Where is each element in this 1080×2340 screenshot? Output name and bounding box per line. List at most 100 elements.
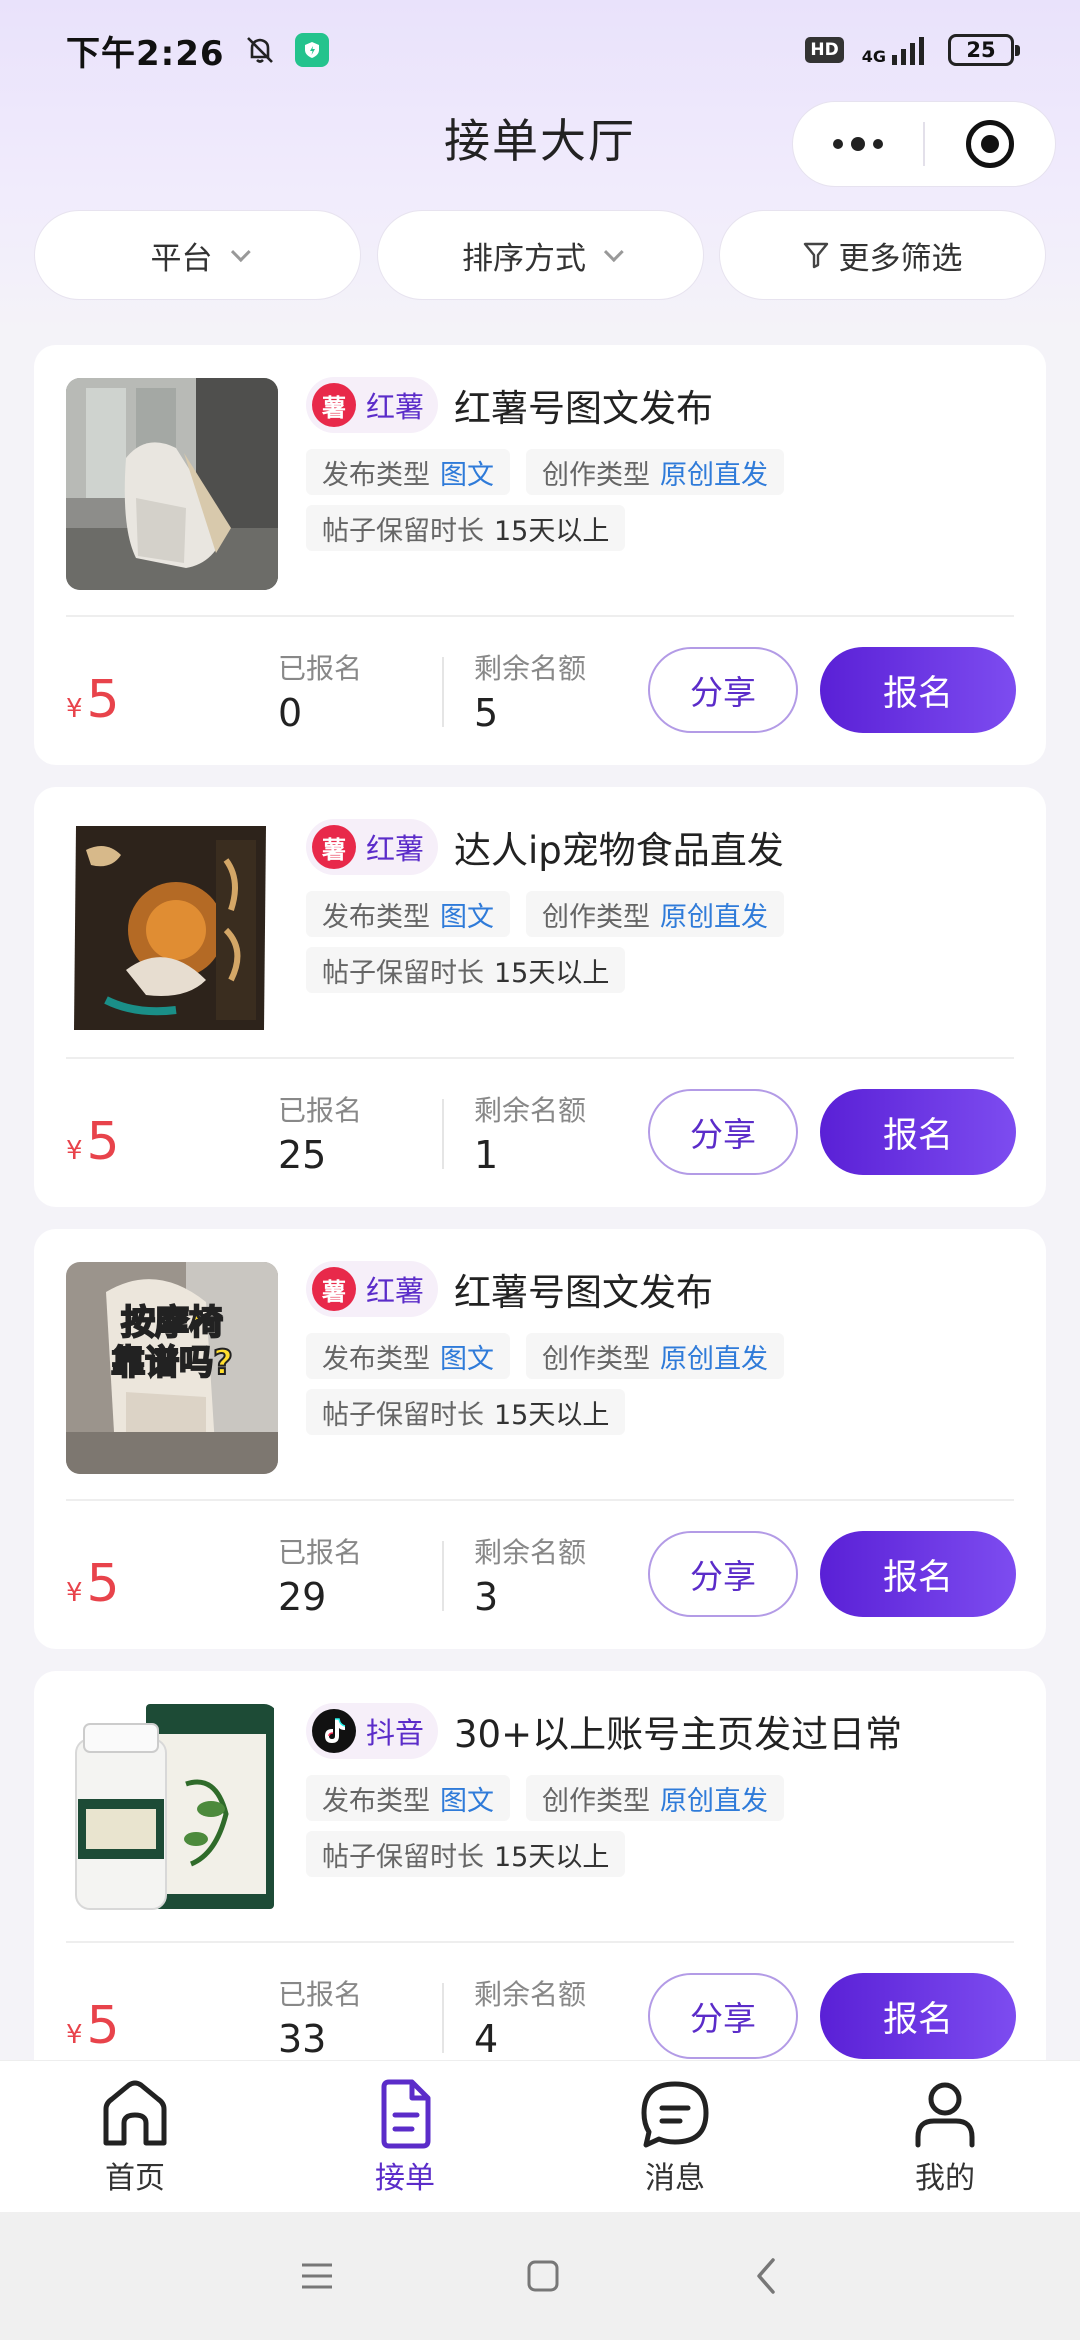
task-title-row: 薯 红薯 达人ip宠物食品直发 [306,819,784,875]
hd-badge: HD [805,37,844,63]
filter-more[interactable]: 更多筛选 [719,210,1046,300]
signup-button[interactable]: 报名 [820,647,1016,733]
tab-orders[interactable]: 接单 [270,2061,540,2212]
filter-sort-label: 排序方式 [462,240,586,277]
card-divider [66,615,1014,617]
platform-name: 红薯 [366,390,425,424]
home-icon [103,2080,167,2146]
bottom-tab-bar: 首页 接单 消息 我的 [0,2060,1080,2212]
system-navigation-bar [0,2212,1080,2340]
task-thumbnail [66,1704,278,1916]
platform-name: 红薯 [366,1274,425,1308]
task-title: 红薯号图文发布 [454,1271,714,1314]
task-price: ¥5 [66,1554,120,1614]
task-price: ¥5 [66,1112,120,1172]
filter-platform[interactable]: 平台 [34,210,361,300]
create-type-tag: 创作类型 原创直发 [526,449,784,495]
network-type: 4G [861,47,886,66]
publish-type-tag: 发布类型 图文 [306,449,510,495]
signup-button[interactable]: 报名 [820,1531,1016,1617]
create-type-tag: 创作类型 原创直发 [526,1333,784,1379]
task-tags: 发布类型 图文 创作类型 原创直发 [306,891,784,937]
share-button[interactable]: 分享 [648,1973,798,2059]
tab-messages[interactable]: 消息 [540,2061,810,2212]
platform-pill: 薯 红薯 [306,377,439,433]
more-button[interactable] [793,102,923,186]
task-card[interactable]: 抖音 30+以上账号主页发过日常 发布类型 图文 创作类型 原创直发 帖子保留时长 1… [34,1671,1046,2060]
task-thumbnail [66,378,278,590]
security-shield-icon [294,33,329,67]
chevron-down-icon [230,242,251,263]
profile-icon [915,2082,975,2148]
remaining-stat: 剩余名额 3 [474,1536,587,1619]
signup-button[interactable]: 报名 [820,1973,1016,2059]
filter-more-label: 更多筛选 [838,240,963,277]
task-card[interactable]: 薯 红薯 达人ip宠物食品直发 发布类型 图文 创作类型 原创直发 帖子保留时长 15… [34,787,1046,1207]
tab-profile-label: 我的 [915,2161,975,2196]
remaining-stat: 剩余名额 4 [474,1978,587,2060]
tab-home[interactable]: 首页 [0,2061,270,2212]
create-type-tag: 创作类型 原创直发 [526,1775,784,1821]
card-divider [66,1499,1014,1501]
more-dots-icon [833,137,883,151]
share-button[interactable]: 分享 [648,647,798,733]
thumbnail-caption-line1: 按摩椅 [121,1303,223,1343]
task-card[interactable]: 按摩椅 靠谱吗? 薯 红薯 红薯号图文发布 发布类型 图文 创作类型 原创直发 帖子… [34,1229,1046,1649]
xiaohongshu-logo-icon: 薯 [312,1267,356,1311]
stat-divider [442,1541,444,1611]
menu-icon[interactable] [299,2259,335,2293]
platform-pill: 薯 红薯 [306,819,439,875]
publish-type-tag: 发布类型 图文 [306,891,510,937]
funnel-icon [803,242,828,269]
retention-tag: 帖子保留时长 15天以上 [306,947,626,993]
back-icon[interactable] [751,2256,781,2296]
douyin-logo-icon [312,1709,356,1753]
tab-profile[interactable]: 我的 [810,2061,1080,2212]
task-card[interactable]: 薯 红薯 红薯号图文发布 发布类型 图文 创作类型 原创直发 帖子保留时长 15天以上… [34,345,1046,765]
signed-up-stat: 已报名 25 [278,1094,363,1177]
task-title-row: 薯 红薯 红薯号图文发布 [306,377,713,433]
filter-sort[interactable]: 排序方式 [376,210,704,300]
xiaohongshu-logo-icon: 薯 [312,825,356,869]
signal-icon [892,37,924,65]
home-square-icon[interactable] [525,2258,561,2294]
tab-orders-label: 接单 [375,2161,435,2196]
thumbnail-caption-line2: 靠谱吗? [111,1343,233,1383]
tab-messages-label: 消息 [645,2161,705,2196]
share-button[interactable]: 分享 [648,1089,798,1175]
battery-icon: 25 [948,34,1020,66]
task-tags-2: 帖子保留时长 15天以上 [306,505,626,551]
task-tags-2: 帖子保留时长 15天以上 [306,1831,626,1877]
status-time: 下午2:26 [66,33,225,74]
signup-button[interactable]: 报名 [820,1089,1016,1175]
share-button[interactable]: 分享 [648,1531,798,1617]
task-thumbnail: 按摩椅 靠谱吗? [66,1262,278,1474]
task-title: 30+以上账号主页发过日常 [454,1713,903,1756]
order-icon [381,2079,431,2149]
signed-up-stat: 已报名 0 [278,652,363,735]
task-thumbnail [66,820,278,1032]
filter-bar: 平台 排序方式 更多筛选 [34,210,1046,300]
platform-pill: 薯 红薯 [306,1261,439,1317]
message-icon [641,2081,709,2148]
task-title: 红薯号图文发布 [454,387,714,430]
card-divider [66,1941,1014,1943]
close-mini-program-button[interactable] [925,102,1055,186]
chevron-down-icon [603,242,624,263]
platform-name: 抖音 [366,1716,425,1750]
stat-divider [442,1983,444,2053]
signed-up-stat: 已报名 33 [278,1978,363,2060]
tab-home-label: 首页 [105,2161,165,2196]
battery-level: 25 [966,38,996,62]
network-indicator: 4G [862,35,930,65]
task-tags-2: 帖子保留时长 15天以上 [306,1389,626,1435]
task-title-row: 薯 红薯 红薯号图文发布 [306,1261,713,1317]
signed-up-stat: 已报名 29 [278,1536,363,1619]
task-list: 薯 红薯 红薯号图文发布 发布类型 图文 创作类型 原创直发 帖子保留时长 15天以上… [34,345,1046,2060]
publish-type-tag: 发布类型 图文 [306,1333,510,1379]
mini-program-capsule [792,101,1056,187]
status-bar: 下午2:26 HD 4G 25 [0,0,1080,100]
task-tags-2: 帖子保留时长 15天以上 [306,947,626,993]
platform-pill: 抖音 [306,1703,439,1759]
create-type-tag: 创作类型 原创直发 [526,891,784,937]
